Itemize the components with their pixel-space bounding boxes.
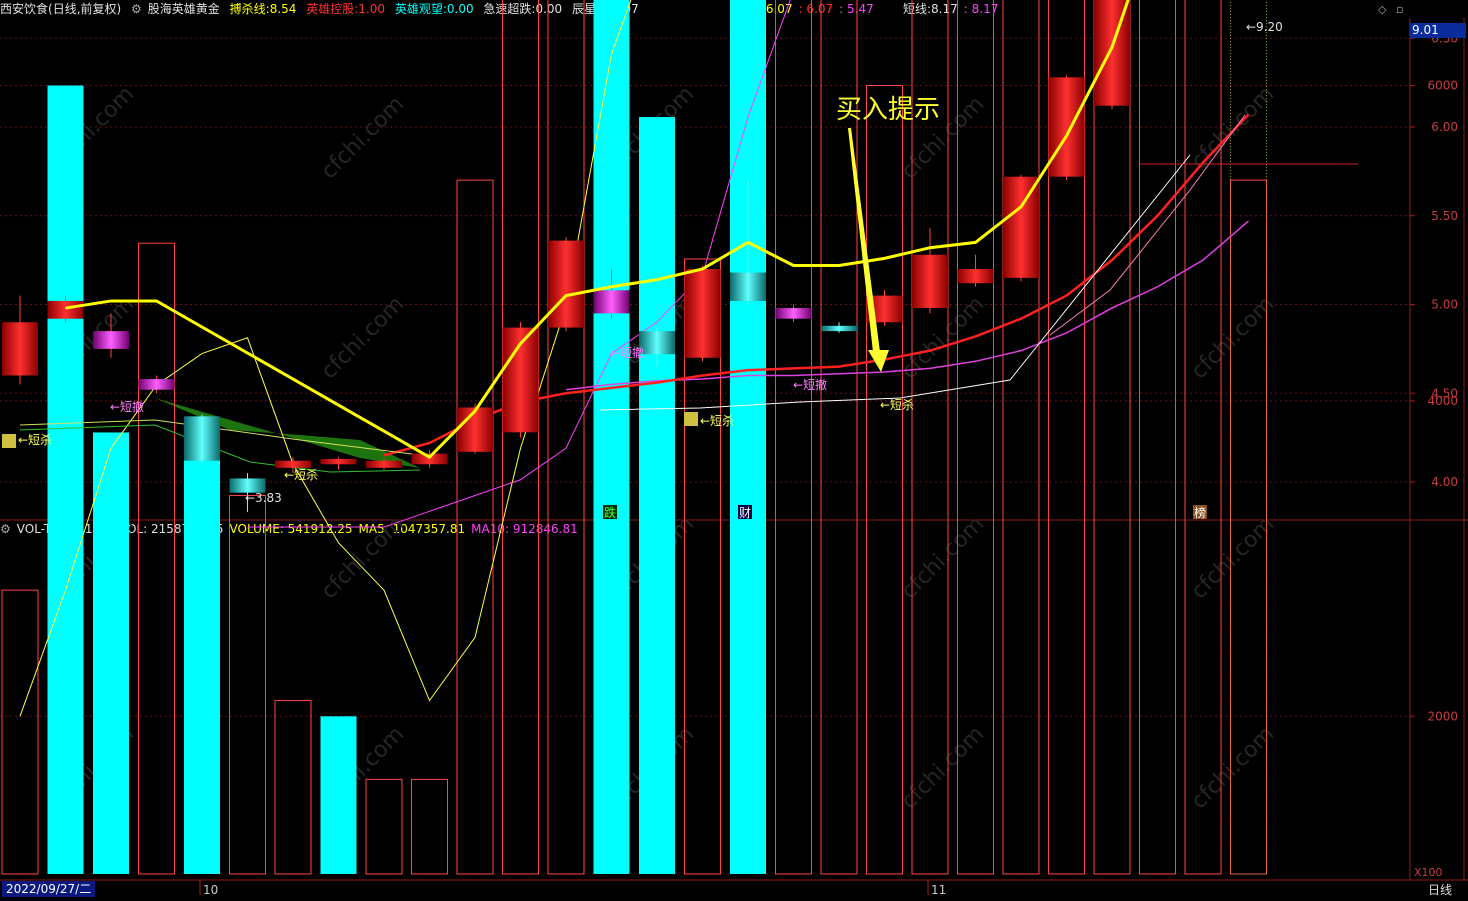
candle-body <box>730 272 766 301</box>
volume-bar <box>1 589 39 875</box>
candle-body <box>47 300 84 319</box>
volume-bar <box>820 0 858 875</box>
candle-body <box>275 460 311 468</box>
watermark-text: cfchi.com <box>317 92 410 185</box>
candle-body <box>2 322 38 376</box>
volume-bar <box>730 0 766 874</box>
candle-body <box>1048 77 1085 177</box>
candle-body <box>366 460 402 468</box>
volume-unit-label: X100 <box>1414 866 1443 879</box>
buy-hint-arrow-shaft <box>848 128 880 352</box>
volume-bar <box>229 495 266 875</box>
volume-tick-label: 6000 <box>1427 79 1458 93</box>
volume-bar <box>1002 0 1040 875</box>
short-kill-marker <box>2 434 16 448</box>
high-price-label: ←9.20 <box>1246 20 1283 34</box>
candle-body <box>912 254 948 309</box>
short-kill-label: ←短杀 <box>700 413 734 428</box>
candle-body <box>138 379 175 390</box>
watermark-text: cfchi.com <box>317 512 410 605</box>
volume-bar <box>274 700 312 875</box>
event-marker-cai: 财 <box>739 506 751 520</box>
volume-bar <box>320 716 357 874</box>
month-label-11: 11 <box>931 883 946 897</box>
watermark-text: cfchi.com <box>1187 512 1280 605</box>
candle-body <box>93 331 129 349</box>
event-marker-bang: 榜 <box>1194 505 1206 520</box>
volume-bar <box>411 778 448 875</box>
buy-hint-annotation: 买入提示 <box>836 95 940 125</box>
short-withdraw-label: ←短撤 <box>793 377 827 392</box>
short-kill-marker <box>684 412 698 426</box>
candle-body <box>957 269 994 284</box>
candle-body <box>457 407 493 452</box>
price-tick-label: 6.00 <box>1431 120 1458 134</box>
short-kill-label: ←短杀 <box>18 432 52 447</box>
candle-body <box>639 331 675 355</box>
volume-bar <box>1093 0 1131 875</box>
low-price-label: ←3.83 <box>245 491 282 505</box>
candle-body <box>1003 176 1039 278</box>
current-price-tag: 9.01 <box>1410 23 1466 38</box>
volume-bar <box>593 0 630 875</box>
volume-bar <box>866 85 903 875</box>
candle-body <box>184 416 220 461</box>
price-tick-label: 5.00 <box>1431 298 1458 312</box>
watermark-text: cfchi.com <box>897 512 990 605</box>
short-withdraw-label: ←短撤 <box>610 345 644 360</box>
candle-body <box>1094 0 1130 106</box>
volume-bar <box>138 242 175 875</box>
volume-bar <box>93 432 129 874</box>
watermark-text: cfchi.com <box>1187 722 1280 815</box>
volume-bar <box>1139 0 1176 875</box>
candle-body <box>548 240 584 328</box>
volume-bar <box>365 778 403 875</box>
cursor-date: 2022/09/27/二 <box>2 881 96 897</box>
candle-body <box>684 269 721 358</box>
watermark-text: cfchi.com <box>897 722 990 815</box>
price-tick-label: 5.50 <box>1431 209 1458 223</box>
period-button[interactable]: 日线 <box>1416 881 1464 899</box>
candle-body <box>775 308 812 319</box>
volume-bar <box>775 0 812 875</box>
watermark-text: cfchi.com <box>1187 292 1280 385</box>
stock-chart[interactable]: 9.008.508.007.507.006.506.005.505.004.50… <box>0 0 1468 901</box>
candle-body <box>320 458 357 465</box>
watermark-text: cfchi.com <box>1187 82 1280 175</box>
short-kill-label: ←短杀 <box>284 467 318 482</box>
candle-body <box>593 290 630 314</box>
volume-bar <box>47 85 84 874</box>
candle-body <box>821 325 857 332</box>
watermark-text: cfchi.com <box>317 292 410 385</box>
price-tick-label: 4.00 <box>1431 475 1458 489</box>
short-withdraw-label: ←短撤 <box>110 399 144 414</box>
month-label-10: 10 <box>203 883 218 897</box>
volume-bar <box>184 432 220 874</box>
volume-bar <box>456 179 494 875</box>
volume-bar <box>639 117 675 875</box>
short-kill-label: ←短杀 <box>880 397 914 412</box>
event-marker-die: 跌 <box>604 505 616 520</box>
volume-bar <box>547 0 585 875</box>
volume-tick-label: 2000 <box>1427 709 1458 723</box>
volume-tick-label: 4000 <box>1427 394 1458 408</box>
